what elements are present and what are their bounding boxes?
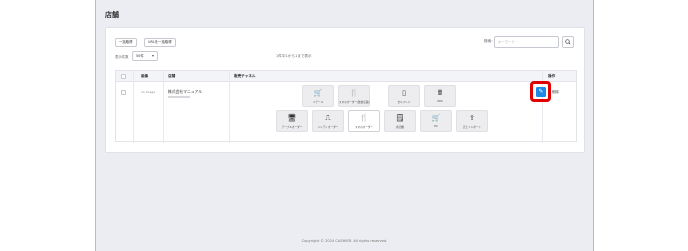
channel-4[interactable]: 🖥 テーブルオーダー (276, 110, 308, 132)
channel-label: スマホオーダー (354, 126, 374, 129)
utensils-icon: 🍴 (349, 89, 359, 97)
header-store: 店舗 (168, 74, 176, 78)
header-image: 画像 (141, 74, 149, 78)
select-all-checkbox[interactable] (121, 74, 126, 79)
channel-6[interactable]: 🍴 スマホオーダー (348, 110, 380, 132)
channel-label: 券売機 (396, 126, 404, 129)
channel-label: テーブルオーダー (281, 126, 303, 129)
cart-icon: 🛒 (431, 114, 441, 122)
channel-label: 売上インポート (462, 126, 482, 129)
store-name[interactable]: 株式会社マニュアル (168, 89, 202, 95)
per-page-select[interactable]: 50件 ▾ (132, 51, 158, 61)
edit-icon: ✎ (538, 88, 544, 95)
channel-label: スマホオーダー(飲食店舗) (339, 101, 370, 104)
channel-label: POS (437, 100, 443, 103)
channel-0[interactable]: 🛒 リテール (302, 85, 334, 107)
store-subtitle-placeholder (168, 96, 190, 98)
chevron-down-icon: ▾ (151, 53, 154, 58)
app-frame: 店舗 一括取得 URLを一括取得 表示件数 50件 ▾ 1件中1から1まで表示 … (95, 0, 594, 251)
delete-button[interactable]: 削除 (552, 89, 559, 94)
channel-label: リテール (312, 101, 324, 104)
table-header: 画像 店舗 販売チャネル 操作 (116, 71, 576, 82)
footer-copyright: Copyright © 2024 CASHIER. All rights res… (301, 239, 388, 243)
channel-8[interactable]: 🛒 EC (420, 110, 452, 132)
search-icon (565, 39, 571, 45)
row-checkbox[interactable] (121, 90, 126, 95)
page-title: 店舗 (105, 11, 119, 19)
stores-card: 一括取得 URLを一括取得 表示件数 50件 ▾ 1件中1から1まで表示 検索：… (105, 27, 585, 153)
header-channels: 販売チャネル (234, 74, 256, 78)
tablet-icon: ▯ (402, 89, 406, 97)
edit-button[interactable]: ✎ (536, 87, 546, 97)
search-input[interactable]: キーワード (494, 36, 559, 48)
per-page-value: 50件 (136, 54, 144, 58)
result-summary: 1件中1から1まで表示 (276, 54, 312, 58)
ticket-icon: 🗒 (395, 114, 405, 122)
channel-9[interactable]: ⇪ 売上インポート (456, 110, 488, 132)
no-image-text: no image (141, 90, 156, 94)
channel-label: ハンディオーダー (317, 126, 339, 129)
header-actions: 操作 (548, 74, 556, 78)
handy-icon: ⎍ (325, 114, 331, 122)
bulk-get-button[interactable]: 一括取得 (115, 38, 137, 47)
channel-5[interactable]: ⎍ ハンディオーダー (312, 110, 344, 132)
search-button[interactable] (562, 36, 574, 48)
utensils-icon: 🍴 (359, 114, 369, 122)
url-bulk-get-button[interactable]: URLを一括取得 (144, 38, 176, 47)
import-icon: ⇪ (469, 114, 475, 122)
per-page-label: 表示件数 (115, 55, 129, 59)
channel-label: セルフレジ (397, 101, 411, 104)
channel-7[interactable]: 🗒 券売機 (384, 110, 416, 132)
basket-icon: 🛒 (313, 89, 323, 97)
channel-1[interactable]: 🍴 スマホオーダー(飲食店舗) (338, 85, 370, 107)
channel-label: EC (434, 125, 438, 128)
channel-3[interactable]: 🖩 POS (424, 85, 456, 107)
pos-icon: 🖩 (437, 89, 443, 97)
channel-2[interactable]: ▯ セルフレジ (388, 85, 420, 107)
monitor-icon: 🖥 (287, 114, 297, 122)
